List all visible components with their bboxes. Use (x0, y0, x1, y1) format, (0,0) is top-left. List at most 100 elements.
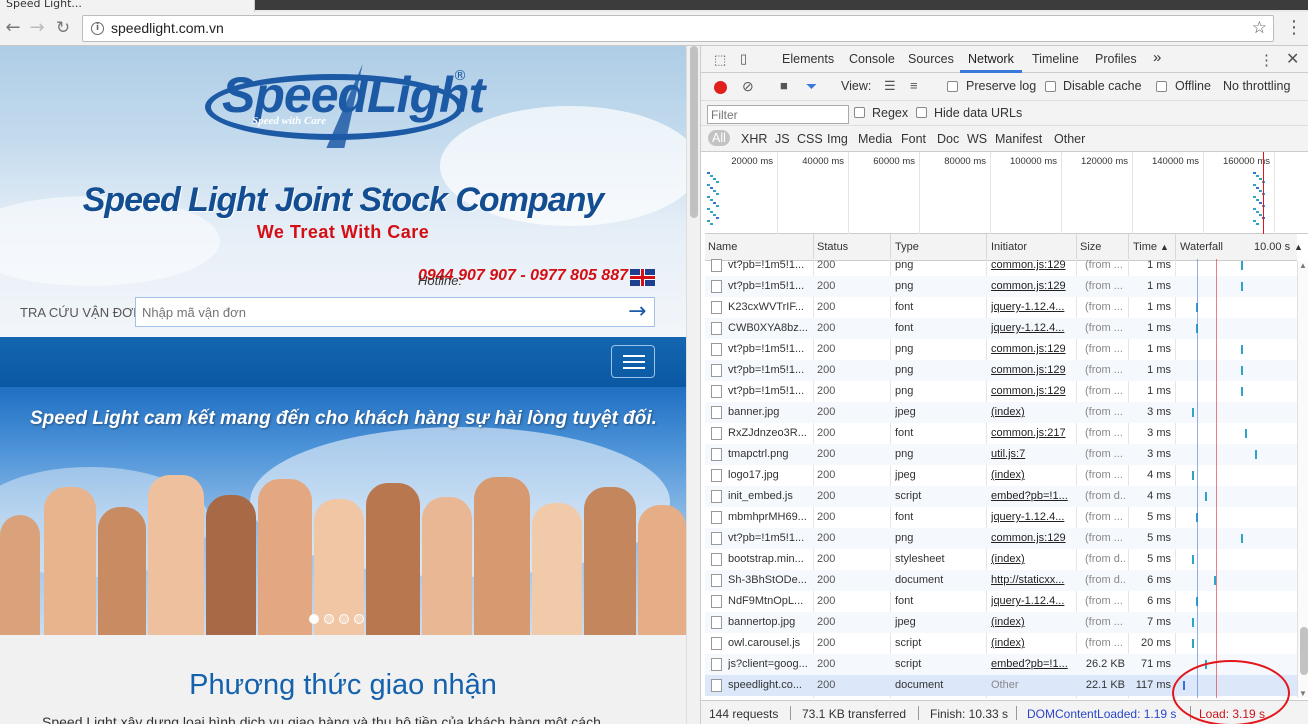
type-filter-img[interactable]: Img (827, 132, 848, 146)
request-initiator[interactable]: (index) (991, 553, 1073, 565)
devtools-menu-icon[interactable]: ⋮ (1259, 51, 1274, 69)
request-initiator[interactable]: jquery-1.12.4... (991, 322, 1073, 334)
device-mode-icon[interactable]: ▯ (740, 51, 747, 67)
table-row[interactable]: init_embed.js 200 script embed?pb=!1... (fro… (705, 486, 1297, 507)
regex-checkbox[interactable] (854, 107, 865, 118)
request-initiator[interactable]: common.js:129 (991, 385, 1073, 397)
type-filter-xhr[interactable]: XHR (741, 132, 767, 146)
column-size[interactable]: Size (1080, 241, 1101, 253)
page-scrollbar[interactable] (686, 46, 700, 724)
carousel-dot[interactable] (354, 614, 364, 624)
close-icon[interactable]: ✕ (1286, 49, 1299, 69)
table-row[interactable]: tmapctrl.png 200 png util.js:7 (from ... 3 ms (705, 444, 1297, 465)
request-initiator[interactable]: common.js:129 (991, 532, 1073, 544)
table-row[interactable]: RxZJdnzeo3R... 200 font common.js:217 (from … (705, 423, 1297, 444)
table-row[interactable]: vt?pb=!1m5!1... 200 png common.js:129 (from … (705, 276, 1297, 297)
hamburger-menu-icon[interactable] (611, 345, 655, 378)
filter-icon[interactable]: ⏷ (806, 78, 817, 95)
type-filter-media[interactable]: Media (858, 132, 892, 146)
camera-icon[interactable]: ■ (780, 78, 788, 93)
request-initiator[interactable]: common.js:129 (991, 280, 1073, 292)
request-initiator[interactable]: common.js:129 (991, 364, 1073, 376)
scrollbar-thumb[interactable] (1300, 627, 1308, 675)
tab-sources[interactable]: Sources (908, 52, 954, 66)
uk-flag-icon[interactable] (630, 269, 655, 286)
scroll-up-icon[interactable]: ▲ (1299, 261, 1307, 270)
type-filter-other[interactable]: Other (1054, 132, 1085, 146)
table-row[interactable]: vt?pb=!1m5!1... 200 png common.js:129 (from … (705, 381, 1297, 402)
table-row[interactable]: owl.carousel.js 200 script (index) (from ...… (705, 633, 1297, 654)
request-initiator[interactable]: (index) (991, 406, 1073, 418)
table-row[interactable]: vt?pb=!1m5!1... 200 png common.js:129 (from … (705, 360, 1297, 381)
carousel-dot[interactable] (324, 614, 334, 624)
column-type[interactable]: Type (895, 241, 919, 253)
inspect-element-icon[interactable]: ⬚ (714, 52, 726, 68)
table-row[interactable]: K23cxWVTrIF... 200 font jquery-1.12.4... (fr… (705, 297, 1297, 318)
table-row[interactable]: vt?pb=!1m5!1... 200 png common.js:129 (from … (705, 339, 1297, 360)
offline-checkbox[interactable] (1156, 81, 1167, 92)
hide-data-urls-checkbox[interactable] (916, 107, 927, 118)
filter-input[interactable] (707, 105, 849, 124)
network-overview[interactable]: 20000 ms 40000 ms 60000 ms 80000 ms 100000 m… (705, 152, 1308, 234)
tab-timeline[interactable]: Timeline (1032, 52, 1079, 66)
tab-console[interactable]: Console (849, 52, 895, 66)
request-initiator[interactable]: common.js:129 (991, 343, 1073, 355)
table-row[interactable]: CWB0XYA8bz... 200 font jquery-1.12.4... (fro… (705, 318, 1297, 339)
record-icon[interactable] (714, 81, 727, 94)
type-filter-all[interactable]: All (708, 130, 730, 146)
request-initiator[interactable]: (index) (991, 616, 1073, 628)
type-filter-manifest[interactable]: Manifest (995, 132, 1042, 146)
column-initiator[interactable]: Initiator (991, 241, 1027, 253)
request-initiator[interactable]: jquery-1.12.4... (991, 511, 1073, 523)
forward-icon[interactable]: → (26, 17, 48, 39)
request-initiator[interactable]: util.js:7 (991, 448, 1073, 460)
carousel-dot[interactable] (339, 614, 349, 624)
info-icon[interactable]: i (91, 22, 104, 35)
column-name[interactable]: Name (708, 241, 737, 253)
browser-tab[interactable]: Speed Light... (0, 0, 255, 12)
table-row[interactable]: vt?pb=!1m5!1... 200 png common.js:129 (from … (705, 259, 1297, 276)
request-initiator[interactable]: embed?pb=!1... (991, 658, 1073, 670)
disable-cache-checkbox[interactable] (1045, 81, 1056, 92)
request-initiator[interactable]: (index) (991, 637, 1073, 649)
tracking-input[interactable] (135, 297, 655, 327)
table-row[interactable]: bannertop.jpg 200 jpeg (index) (from ... 7 ms (705, 612, 1297, 633)
column-status[interactable]: Status (817, 241, 848, 253)
clear-icon[interactable]: ⊘ (742, 78, 754, 95)
column-time[interactable]: Time (1133, 241, 1157, 253)
tab-elements[interactable]: Elements (782, 52, 834, 66)
overview-view-icon[interactable]: ≡ (910, 78, 918, 93)
url-text[interactable]: speedlight.com.vn (111, 20, 224, 36)
throttling-select[interactable]: No throttling (1223, 79, 1290, 93)
back-icon[interactable]: ← (2, 17, 24, 39)
arrow-right-icon[interactable]: → (628, 301, 646, 323)
bookmark-star-icon[interactable]: ☆ (1252, 18, 1267, 38)
table-row[interactable]: vt?pb=!1m5!1... 200 png common.js:129 (from … (705, 528, 1297, 549)
scroll-down-icon[interactable]: ▼ (1299, 689, 1307, 698)
table-row[interactable]: bootstrap.min... 200 stylesheet (index) (fro… (705, 549, 1297, 570)
table-row[interactable]: logo17.jpg 200 jpeg (index) (from ... 4 ms (705, 465, 1297, 486)
browser-menu-icon[interactable]: ⋮ (1285, 17, 1303, 38)
list-view-icon[interactable]: ☰ (884, 78, 896, 94)
type-filter-font[interactable]: Font (901, 132, 926, 146)
table-row[interactable]: Sh-3BhStODe... 200 document http://staticxx… (705, 570, 1297, 591)
request-initiator[interactable]: http://staticxx... (991, 574, 1073, 586)
column-waterfall[interactable]: Waterfall (1180, 241, 1223, 253)
type-filter-ws[interactable]: WS (967, 132, 987, 146)
request-list-scrollbar[interactable]: ▲ ▼ (1297, 261, 1308, 698)
request-initiator[interactable]: common.js:129 (991, 259, 1073, 271)
request-initiator[interactable]: common.js:217 (991, 427, 1073, 439)
request-initiator[interactable]: embed?pb=!1... (991, 490, 1073, 502)
table-row[interactable]: mbmhprMH69... 200 font jquery-1.12.4... (fro… (705, 507, 1297, 528)
type-filter-css[interactable]: CSS (797, 132, 823, 146)
scrollbar-thumb[interactable] (690, 46, 698, 218)
tab-network[interactable]: Network (968, 52, 1014, 66)
table-row[interactable]: banner.jpg 200 jpeg (index) (from ... 3 ms (705, 402, 1297, 423)
address-bar[interactable]: i speedlight.com.vn ☆ (82, 15, 1274, 42)
request-initiator[interactable]: jquery-1.12.4... (991, 301, 1073, 313)
request-initiator[interactable]: jquery-1.12.4... (991, 595, 1073, 607)
table-row[interactable]: NdF9MtnOpL... 200 font jquery-1.12.4... (fro… (705, 591, 1297, 612)
more-tabs-icon[interactable]: » (1153, 49, 1161, 66)
request-initiator[interactable]: (index) (991, 469, 1073, 481)
reload-icon[interactable]: ↻ (52, 17, 74, 39)
